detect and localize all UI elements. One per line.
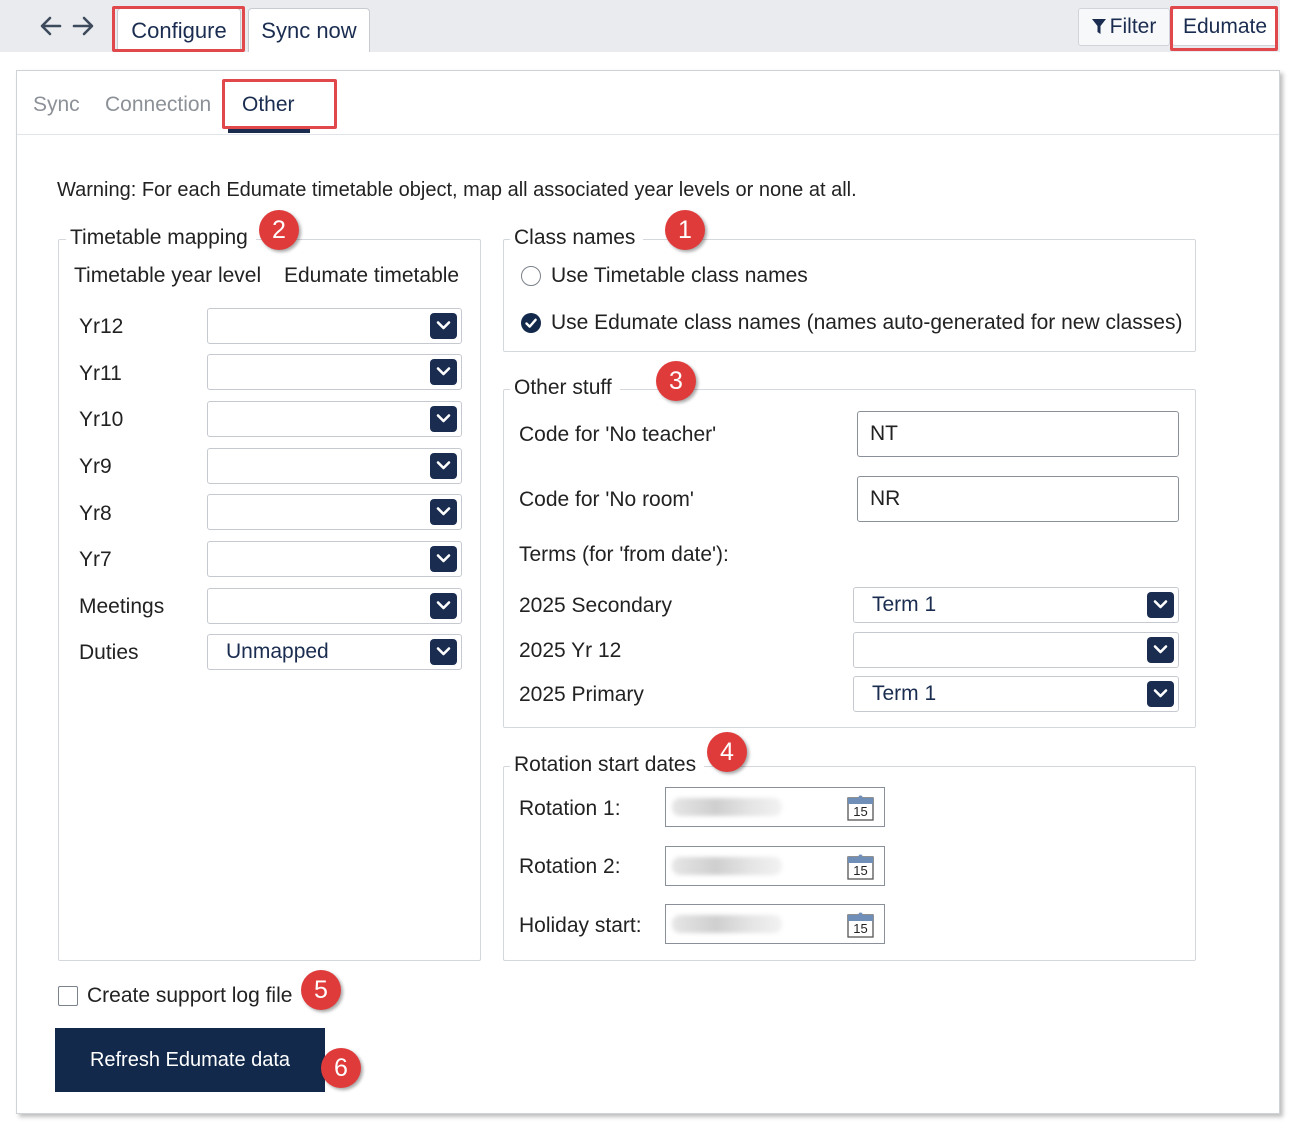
chevron-down-icon xyxy=(430,313,457,339)
terms-label: Terms (for 'from date'): xyxy=(519,543,729,566)
term-row-label: 2025 Yr 12 xyxy=(519,639,622,662)
filter-icon xyxy=(1091,19,1106,35)
support-log-checkbox[interactable] xyxy=(58,986,78,1006)
col-header-edumate-timetable: Edumate timetable xyxy=(284,264,460,287)
no-teacher-label: Code for 'No teacher' xyxy=(519,423,717,446)
chevron-down-icon xyxy=(1147,637,1174,663)
timetable-select-meetings[interactable] xyxy=(207,588,462,624)
active-tab-indicator xyxy=(228,129,310,133)
redacted-date xyxy=(672,857,782,875)
mapping-warning: Warning: For each Edumate timetable obje… xyxy=(57,179,857,201)
radio-edumate-class-names[interactable] xyxy=(521,313,541,333)
class-names-legend: Class names xyxy=(510,226,644,250)
chevron-down-icon xyxy=(430,593,457,619)
radio-timetable-class-names[interactable] xyxy=(521,266,541,286)
holiday-start-label: Holiday start: xyxy=(519,914,642,937)
other-stuff-legend: Other stuff xyxy=(510,376,620,400)
term-select-2025-yr12[interactable] xyxy=(853,632,1179,668)
callout-badge: 1 xyxy=(665,210,705,250)
subtab-other[interactable]: Other xyxy=(242,93,295,117)
no-room-input[interactable]: NR xyxy=(857,476,1179,522)
calendar-day: 15 xyxy=(853,863,868,878)
timetable-select-yr7[interactable] xyxy=(207,541,462,577)
select-value: Unmapped xyxy=(226,640,329,663)
term-select-2025-secondary[interactable]: Term 1 xyxy=(853,587,1179,623)
class-names-group xyxy=(503,239,1196,352)
support-log-label[interactable]: Create support log file xyxy=(87,984,292,1008)
subtab-sync[interactable]: Sync xyxy=(33,93,80,117)
year-level-label: Meetings xyxy=(79,595,165,618)
subtab-bar: Sync Connection Other xyxy=(17,71,1279,135)
chevron-down-icon xyxy=(430,406,457,432)
refresh-edumate-button[interactable]: Refresh Edumate data xyxy=(55,1028,325,1092)
chevron-down-icon xyxy=(430,359,457,385)
rotation-2-label: Rotation 2: xyxy=(519,855,621,878)
calendar-icon[interactable]: 15 xyxy=(847,795,874,821)
option-edumate-class-names[interactable]: Use Edumate class names (names auto-gene… xyxy=(551,311,1182,335)
year-level-label: Yr7 xyxy=(79,548,112,571)
rotation-1-label: Rotation 1: xyxy=(519,797,621,820)
timetable-select-yr11[interactable] xyxy=(207,354,462,390)
chevron-down-icon xyxy=(430,453,457,479)
redacted-date xyxy=(672,798,782,816)
year-level-label: Yr11 xyxy=(79,362,122,385)
no-teacher-input[interactable]: NT xyxy=(857,411,1179,457)
chevron-down-icon xyxy=(1147,592,1174,618)
year-level-label: Duties xyxy=(79,641,139,664)
arrow-right-icon[interactable] xyxy=(70,14,96,38)
calendar-day: 15 xyxy=(853,921,868,936)
calendar-day: 15 xyxy=(853,804,868,819)
chevron-down-icon xyxy=(430,546,457,572)
calendar-icon[interactable]: 15 xyxy=(847,912,874,938)
rotation-legend: Rotation start dates xyxy=(510,753,705,777)
top-toolbar: Configure Sync now Filter Edumate xyxy=(0,0,1280,52)
rotation-1-date-input[interactable]: 15 xyxy=(665,787,885,827)
callout-badge: 3 xyxy=(656,361,696,401)
term-select-2025-primary[interactable]: Term 1 xyxy=(853,676,1179,712)
no-room-label: Code for 'No room' xyxy=(519,488,694,511)
calendar-icon[interactable]: 15 xyxy=(847,854,874,880)
tab-configure[interactable]: Configure xyxy=(117,8,241,52)
filter-button[interactable]: Filter xyxy=(1078,8,1170,46)
chevron-down-icon xyxy=(1147,681,1174,707)
callout-badge: 2 xyxy=(259,210,299,250)
configure-panel: Sync Connection Other Warning: For each … xyxy=(16,70,1280,1114)
year-level-label: Yr12 xyxy=(79,315,124,338)
chevron-down-icon xyxy=(430,499,457,525)
timetable-select-yr10[interactable] xyxy=(207,401,462,437)
select-value: Term 1 xyxy=(872,682,937,705)
timetable-select-yr9[interactable] xyxy=(207,448,462,484)
callout-badge: 4 xyxy=(707,732,747,772)
filter-label: Filter xyxy=(1109,15,1157,38)
col-header-year-level: Timetable year level xyxy=(74,264,262,287)
callout-badge: 5 xyxy=(301,970,341,1010)
tab-sync-now[interactable]: Sync now xyxy=(248,8,370,52)
year-level-label: Yr10 xyxy=(79,408,124,431)
timetable-select-duties[interactable]: Unmapped xyxy=(207,634,462,670)
select-value: Term 1 xyxy=(872,593,937,616)
arrow-left-icon[interactable] xyxy=(38,14,64,38)
term-row-label: 2025 Primary xyxy=(519,683,644,706)
year-level-label: Yr8 xyxy=(79,502,112,525)
callout-badge: 6 xyxy=(321,1048,361,1088)
chevron-down-icon xyxy=(430,639,457,665)
subtab-connection[interactable]: Connection xyxy=(105,93,211,117)
term-row-label: 2025 Secondary xyxy=(519,594,672,617)
rotation-2-date-input[interactable]: 15 xyxy=(665,846,885,886)
option-timetable-class-names[interactable]: Use Timetable class names xyxy=(551,264,808,288)
timetable-select-yr8[interactable] xyxy=(207,494,462,530)
year-level-label: Yr9 xyxy=(79,455,112,478)
timetable-select-yr12[interactable] xyxy=(207,308,462,344)
holiday-start-date-input[interactable]: 15 xyxy=(665,904,885,944)
redacted-date xyxy=(672,915,782,933)
edumate-button[interactable]: Edumate xyxy=(1172,8,1278,46)
timetable-mapping-legend: Timetable mapping xyxy=(66,226,256,250)
